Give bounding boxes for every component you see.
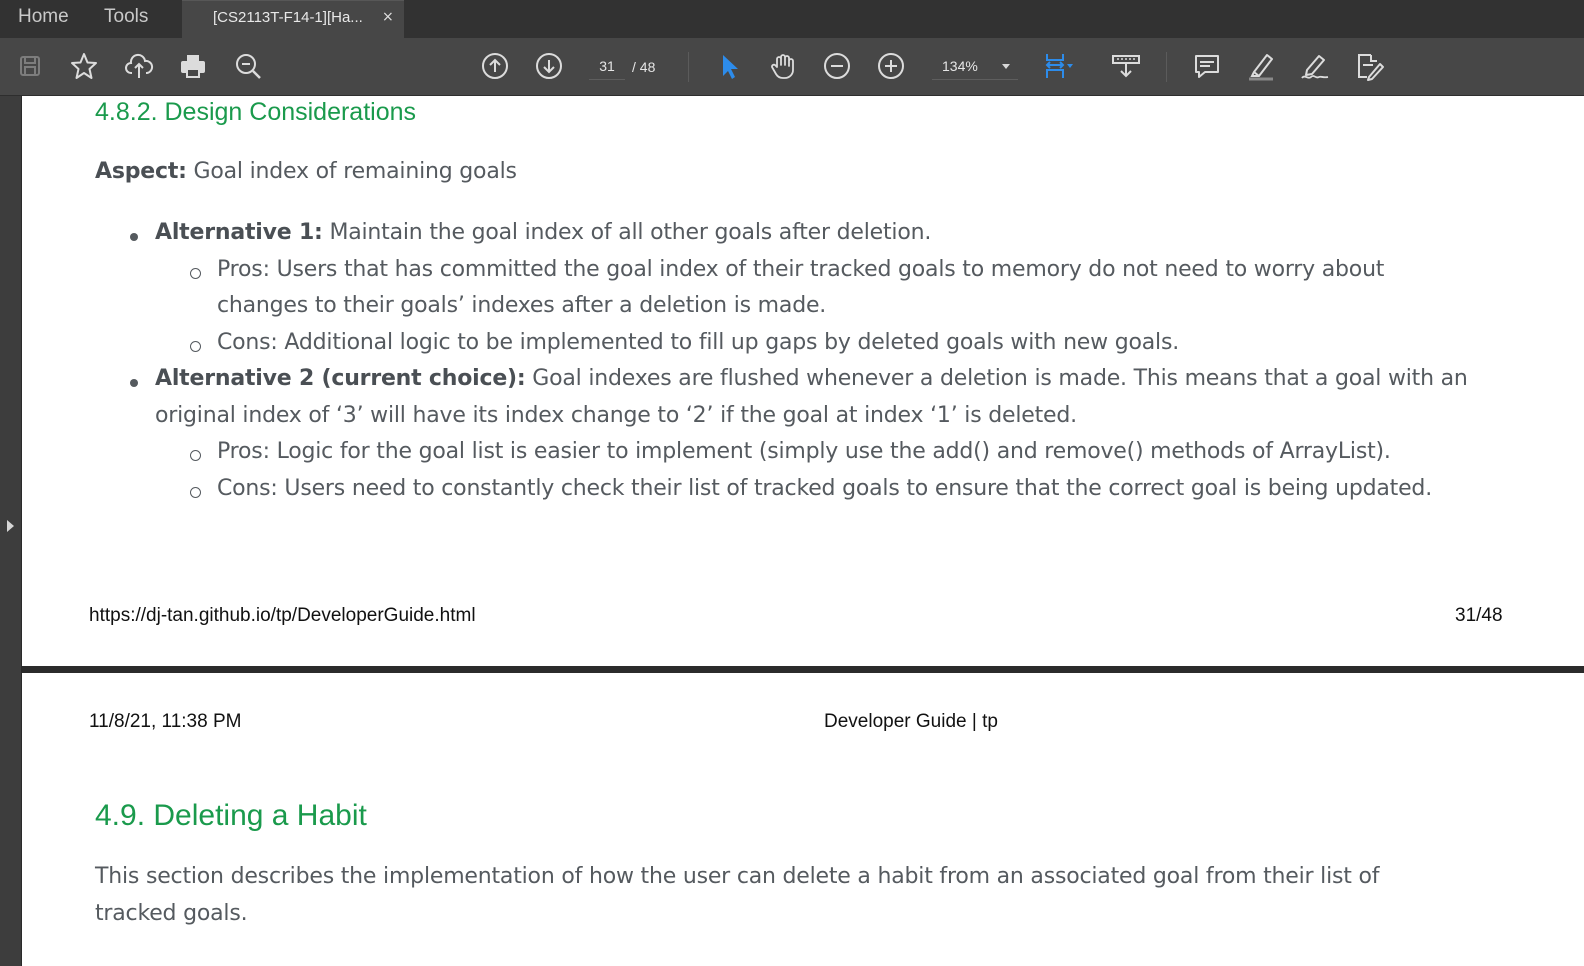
alternative-2-text-line2: original index of ‘3’ will have its inde… (155, 403, 1077, 428)
page-separator (22, 666, 1584, 673)
document-tab-title: [CS2113T-F14-1][Ha... (213, 9, 363, 26)
alternative-1-label: Alternative 1: (155, 220, 323, 245)
aspect-label: Aspect: (95, 159, 187, 184)
toolbar: 31 / 48 134% (0, 38, 1584, 96)
print-icon[interactable] (176, 49, 210, 83)
page-down-icon[interactable] (532, 49, 566, 83)
sub-bullet-circle (190, 487, 201, 498)
zoom-level-select[interactable]: 134% (932, 54, 1018, 80)
alternative-2-label: Alternative 2 (current choice): (155, 366, 526, 391)
zoom-in-icon[interactable] (874, 49, 908, 83)
alternative-2: Alternative 2 (current choice): Goal ind… (155, 366, 1468, 391)
sub-bullet-circle (190, 450, 201, 461)
alternative-2-text: Goal indexes are flushed whenever a dele… (525, 366, 1468, 391)
alt1-cons: Cons: Additional logic to be implemented… (217, 330, 1180, 355)
bullet-dot (130, 233, 138, 241)
sub-bullet-circle (190, 268, 201, 279)
section-heading: 4.8.2. Design Considerations (95, 98, 417, 126)
zoom-out-icon[interactable] (820, 49, 854, 83)
bullet-dot (130, 379, 138, 387)
tab-bar: Home Tools [CS2113T-F14-1][Ha... × (0, 0, 1584, 39)
close-tab-icon[interactable]: × (382, 1, 394, 34)
page-total: / 48 (632, 59, 656, 75)
footer-url: https://dj-tan.github.io/tp/DeveloperGui… (89, 605, 476, 626)
page-up-icon[interactable] (478, 49, 512, 83)
expand-panel-icon[interactable] (7, 520, 14, 532)
hand-pan-icon[interactable] (766, 49, 800, 83)
zoom-level-value: 134% (942, 58, 978, 74)
document-tab[interactable]: [CS2113T-F14-1][Ha... × (182, 0, 404, 39)
upload-cloud-icon[interactable] (122, 49, 156, 83)
edit-pdf-icon[interactable] (1352, 49, 1386, 83)
header-title: Developer Guide | tp (824, 711, 998, 732)
alt2-cons: Cons: Users need to constantly check the… (217, 476, 1432, 501)
toolbar-divider (688, 52, 689, 82)
sign-icon[interactable] (1298, 49, 1332, 83)
alternative-1-text: Maintain the goal index of all other goa… (322, 220, 932, 245)
tools-tab[interactable]: Tools (104, 0, 148, 38)
alternative-1: Alternative 1: Maintain the goal index o… (155, 220, 931, 245)
home-tab[interactable]: Home (18, 0, 69, 38)
save-icon[interactable] (13, 49, 47, 83)
bookmark-star-icon[interactable] (67, 49, 101, 83)
alt2-pros: Pros: Logic for the goal list is easier … (217, 439, 1391, 464)
alt1-pros-line2: changes to their goals’ indexes after a … (217, 293, 827, 318)
current-page-input[interactable]: 31 (589, 54, 625, 80)
zoom-dropdown-caret-icon (1002, 64, 1010, 69)
zoom-search-icon[interactable] (231, 49, 265, 83)
paragraph-line1: This section describes the implementatio… (95, 864, 1380, 889)
comment-icon[interactable] (1190, 49, 1224, 83)
left-panel-strip (0, 96, 22, 966)
highlight-icon[interactable] (1244, 49, 1278, 83)
header-datetime: 11/8/21, 11:38 PM (89, 711, 242, 732)
fit-page-icon[interactable] (1040, 49, 1074, 83)
toolbar-divider (1166, 52, 1167, 82)
paragraph-line2: tracked goals. (95, 901, 248, 926)
aspect-line: Aspect: Goal index of remaining goals (95, 159, 517, 184)
footer-page-number: 31/48 (1455, 605, 1503, 626)
scroll-mode-icon[interactable] (1109, 49, 1143, 83)
aspect-text: Goal index of remaining goals (186, 159, 517, 184)
section-heading: 4.9. Deleting a Habit (95, 799, 367, 832)
alt1-pros-line1: Pros: Users that has committed the goal … (217, 257, 1385, 282)
select-cursor-icon[interactable] (712, 49, 746, 83)
pdf-page-32: 11/8/21, 11:38 PM Developer Guide | tp 4… (22, 673, 1584, 966)
pdf-page-31: 4.8.2. Design Considerations Aspect: Goa… (22, 96, 1584, 666)
sub-bullet-circle (190, 341, 201, 352)
